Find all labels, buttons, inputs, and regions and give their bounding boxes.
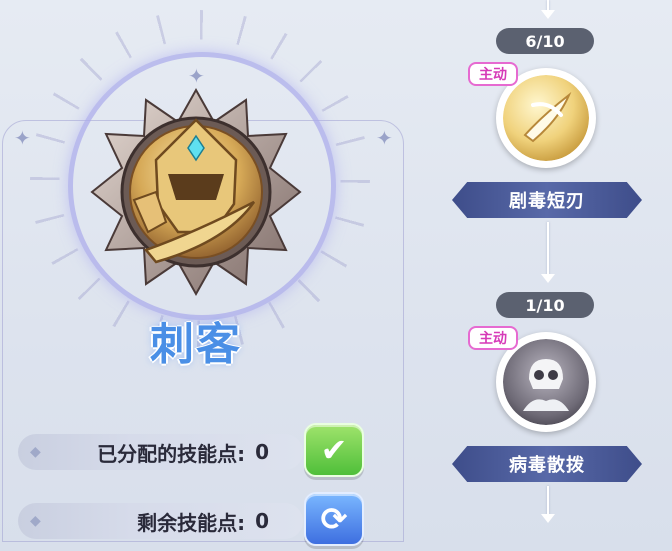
confirm-button[interactable]: ✔ <box>304 423 364 477</box>
allocated-points-label: 已分配的技能点: <box>97 441 246 466</box>
checkmark-icon: ✔ <box>320 431 348 469</box>
virus-spread-icon <box>503 339 589 425</box>
remaining-points-label: 剩余技能点: <box>137 510 246 535</box>
connector-line <box>547 486 549 516</box>
reset-button[interactable]: ⟳ <box>304 492 364 546</box>
skill-name-label[interactable]: 剧毒短刃 <box>452 182 642 218</box>
diamond-icon: ◆ <box>30 513 41 529</box>
poison-dagger-icon <box>503 75 589 161</box>
sparkle-icon: ✦ <box>376 126 393 150</box>
arrow-down-icon <box>541 10 555 19</box>
skill-level-pill: 1/10 <box>496 292 594 318</box>
allocated-points-row: ◆ 已分配的技能点: 0 <box>18 434 303 470</box>
sparkle-icon: ✦ <box>14 126 31 150</box>
arrow-down-icon <box>541 274 555 283</box>
skill-level-pill: 6/10 <box>496 28 594 54</box>
skill-tree: 6/10 主动 剧毒短刃 1/10 主动 病毒散拨 <box>430 0 672 551</box>
active-skill-badge: 主动 <box>468 62 518 86</box>
active-skill-badge: 主动 <box>468 326 518 350</box>
diamond-icon: ◆ <box>30 444 41 460</box>
class-name: 刺客 <box>150 319 242 370</box>
connector-line <box>547 222 549 278</box>
arrow-down-icon <box>541 514 555 523</box>
remaining-points-value: 0 <box>255 509 269 533</box>
class-panel: ✦ ✦ ✦ 刺客 ◆ 已分配的技能点: 0 ◆ 剩余技能点: 0 ✔ ⟳ <box>0 0 430 551</box>
skill-name-label[interactable]: 病毒散拨 <box>452 446 642 482</box>
assassin-emblem-icon <box>90 87 302 297</box>
refresh-icon: ⟳ <box>320 500 348 538</box>
remaining-points-row: ◆ 剩余技能点: 0 <box>18 503 303 539</box>
allocated-points-value: 0 <box>255 440 269 464</box>
